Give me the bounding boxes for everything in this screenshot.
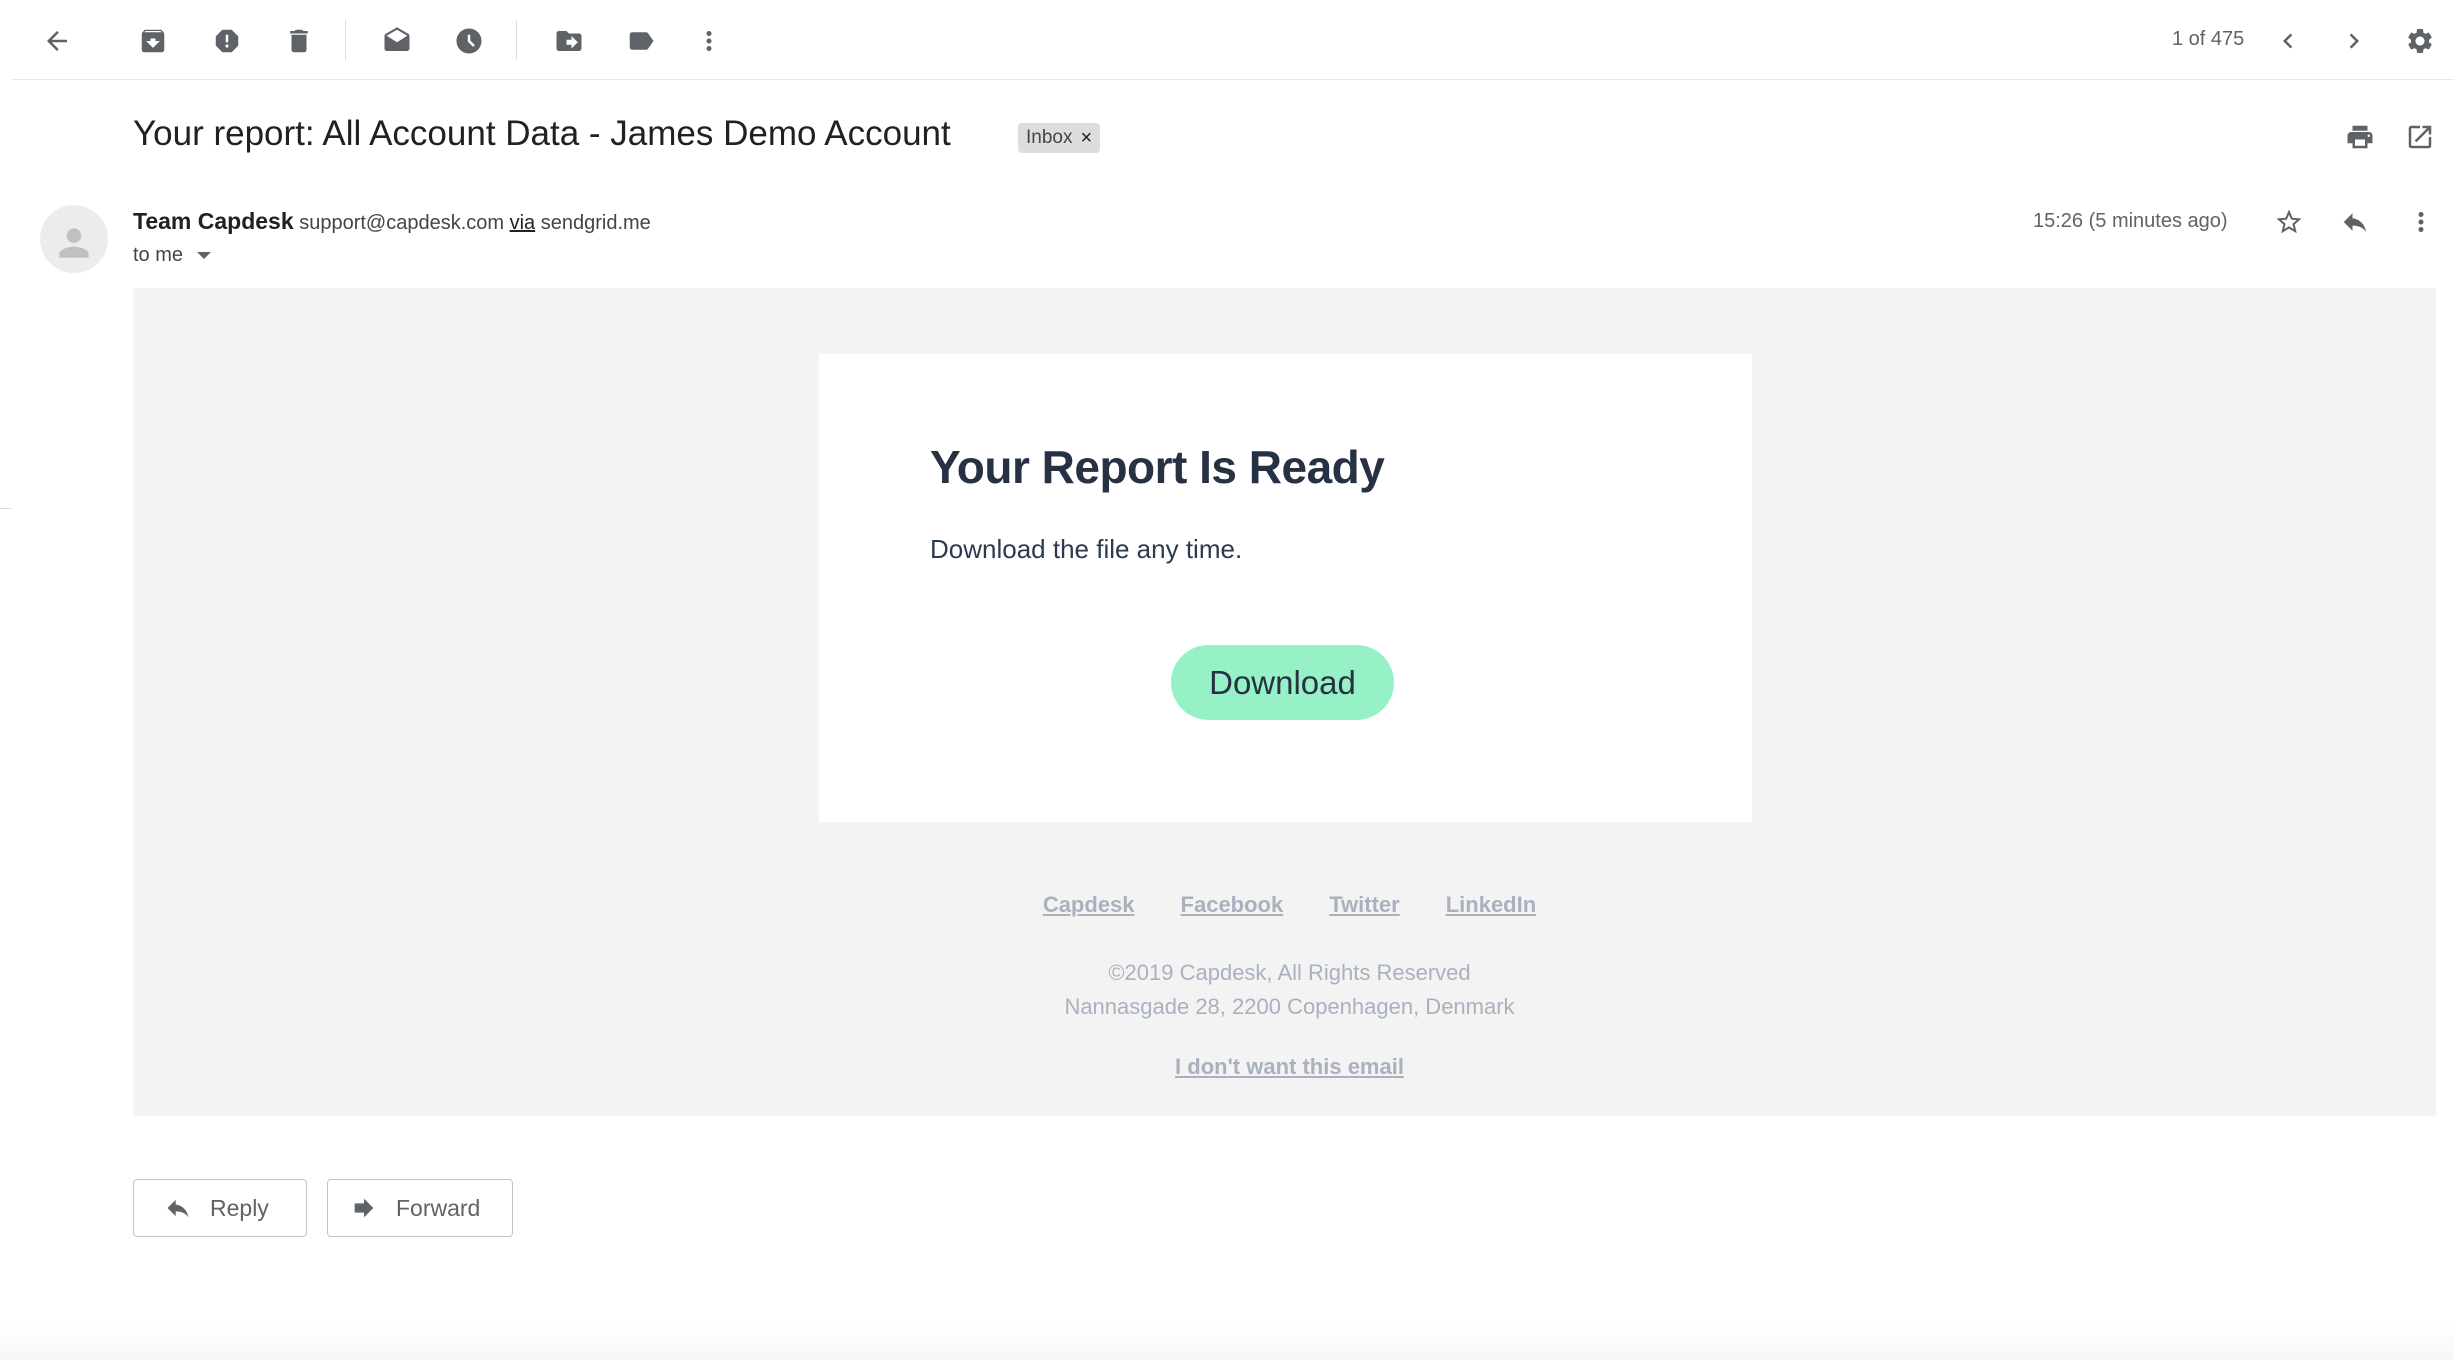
- chevron-left-icon[interactable]: [2263, 16, 2313, 66]
- report-title: Your Report Is Ready: [930, 441, 1385, 493]
- star-icon[interactable]: [2267, 200, 2311, 244]
- toolbar-divider: [516, 20, 517, 60]
- snooze-icon[interactable]: [444, 16, 494, 66]
- print-icon[interactable]: [2338, 115, 2382, 159]
- report-spam-icon[interactable]: [202, 16, 252, 66]
- download-button[interactable]: Download: [1171, 645, 1394, 720]
- label-text: Inbox: [1026, 127, 1073, 148]
- email-body: Your Report Is Ready Download the file a…: [133, 288, 2436, 1116]
- forward-label: Forward: [396, 1194, 481, 1221]
- sender-line: Team Capdesk support@capdesk.com via sen…: [133, 208, 651, 235]
- email-subject: Your report: All Account Data - James De…: [133, 114, 951, 153]
- sender-avatar[interactable]: [40, 205, 108, 273]
- open-new-window-icon[interactable]: [2398, 115, 2442, 159]
- chevron-right-icon[interactable]: [2329, 16, 2379, 66]
- archive-icon[interactable]: [128, 16, 178, 66]
- person-icon: [59, 228, 89, 258]
- address-text: Nannasgade 28, 2200 Copenhagen, Denmark: [1064, 994, 1515, 1019]
- via-domain: sendgrid.me: [540, 212, 651, 234]
- sender-name[interactable]: Team Capdesk: [133, 208, 294, 234]
- forward-button[interactable]: Forward: [327, 1179, 513, 1237]
- reply-label: Reply: [210, 1194, 269, 1221]
- to-me-label: to me: [133, 244, 184, 266]
- toolbar-divider: [345, 20, 346, 60]
- forward-icon: [354, 1198, 374, 1218]
- move-to-icon[interactable]: [544, 16, 594, 66]
- more-vert-icon[interactable]: [684, 16, 734, 66]
- footer-link-twitter[interactable]: Twitter: [1329, 892, 1399, 918]
- unsubscribe-link[interactable]: I don't want this email: [133, 1054, 2436, 1080]
- footer-links: Capdesk Facebook Twitter LinkedIn: [133, 892, 2436, 918]
- bottom-shadow: [0, 1325, 2454, 1360]
- pager-count: 1 of 475: [2172, 28, 2245, 50]
- footer-link-capdesk[interactable]: Capdesk: [1043, 892, 1135, 918]
- chevron-down-icon[interactable]: [197, 252, 212, 259]
- report-text: Download the file any time.: [930, 534, 1243, 564]
- delete-icon[interactable]: [274, 16, 324, 66]
- settings-gear-icon[interactable]: [2395, 16, 2445, 66]
- footer-link-linkedin[interactable]: LinkedIn: [1446, 892, 1536, 918]
- via-link[interactable]: via: [510, 212, 536, 234]
- labels-icon[interactable]: [616, 16, 666, 66]
- divider: [0, 508, 12, 509]
- unsubscribe-text[interactable]: I don't want this email: [1175, 1054, 1404, 1079]
- mark-unread-icon[interactable]: [372, 16, 422, 66]
- copyright-text: ©2019 Capdesk, All Rights Reserved: [1108, 960, 1471, 985]
- toolbar: 1 of 475: [12, 0, 2454, 80]
- footer-link-facebook[interactable]: Facebook: [1181, 892, 1284, 918]
- sender-email: support@capdesk.com: [299, 212, 505, 234]
- copyright-block: ©2019 Capdesk, All Rights Reserved Nanna…: [133, 956, 2436, 1024]
- more-vert-icon[interactable]: [2399, 200, 2443, 244]
- back-arrow-icon[interactable]: [32, 16, 82, 66]
- reply-icon: [167, 1199, 189, 1218]
- reply-button[interactable]: Reply: [133, 1179, 307, 1237]
- report-card: Your Report Is Ready Download the file a…: [819, 354, 1752, 822]
- recipient-details[interactable]: to me: [133, 244, 212, 267]
- remove-label-icon[interactable]: ×: [1080, 127, 1092, 150]
- reply-icon[interactable]: [2333, 200, 2377, 244]
- message-timestamp: 15:26 (5 minutes ago): [2033, 210, 2228, 232]
- inbox-label-chip[interactable]: Inbox ×: [1018, 123, 1101, 153]
